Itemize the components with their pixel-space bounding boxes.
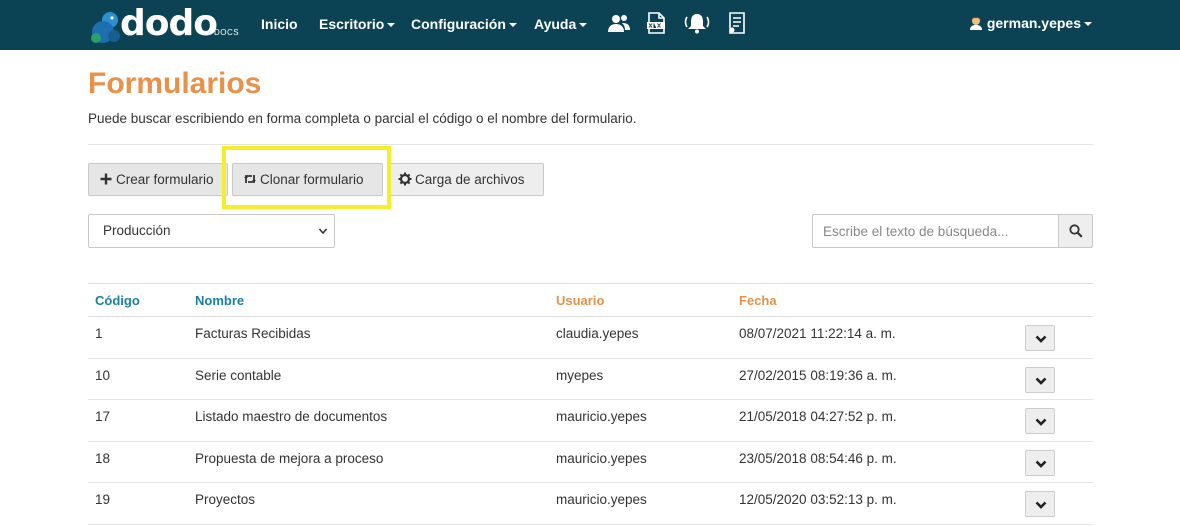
caret-down-icon [579, 23, 588, 28]
table-row[interactable]: 10 Serie contable myepes 27/02/2015 08:19:3… [88, 359, 1093, 400]
highlight-box [222, 146, 391, 209]
dodo-bird-icon [91, 12, 120, 43]
cell-user: claudia.yepes [556, 326, 639, 341]
chevron-down-icon [1035, 418, 1047, 426]
cell-code: 19 [95, 492, 111, 507]
caret-down-icon [387, 23, 396, 28]
caret-down-icon [508, 23, 517, 28]
cell-date: 27/02/2015 08:19:36 a. m. [739, 367, 897, 383]
logo-subtext: DOCS [214, 28, 240, 37]
users-icon[interactable] [607, 11, 631, 35]
user-name: german.yepes [986, 15, 1081, 31]
cell-name: Propuesta de mejora a proceso [195, 450, 384, 466]
cell-user: mauricio.yepes [556, 450, 647, 466]
cell-date: 23/05/2018 08:54:46 p. m. [739, 450, 897, 466]
chevron-down-icon [1035, 377, 1047, 385]
document-list-icon[interactable] [725, 11, 749, 35]
chevron-down-icon [1035, 460, 1047, 468]
nav-item-escritorio[interactable]: Escritorio [319, 15, 396, 33]
forms-table: Código Nombre Usuario Fecha 1 Facturas Re… [88, 283, 1093, 525]
chevron-down-icon [318, 228, 328, 235]
page-description: Puede buscar escribiendo en forma comple… [88, 111, 637, 126]
button-label: Carga de archivos [415, 172, 525, 187]
cell-date: 12/05/2020 03:52:13 p. m. [739, 492, 897, 507]
header-user[interactable]: Usuario [556, 293, 604, 309]
table-header: Código Nombre Usuario Fecha [88, 284, 1093, 317]
cell-name: Proyectos [195, 492, 256, 507]
table-row[interactable]: 19 Proyectos mauricio.yepes 12/05/2020 03:5… [88, 483, 1093, 525]
avatar-icon [969, 16, 982, 30]
top-navbar: dodo DOCS Inicio Escritorio Configuració… [0, 0, 1180, 50]
cell-user: mauricio.yepes [556, 409, 647, 424]
logo-wordmark: dodo [120, 3, 218, 44]
cell-name: Facturas Recibidas [195, 326, 311, 341]
caret-down-icon [1084, 22, 1092, 27]
nav-item-label: Inicio [261, 16, 298, 32]
header-date[interactable]: Fecha [739, 293, 777, 309]
table-row[interactable]: 1 Facturas Recibidas claudia.yepes 08/07/20… [88, 317, 1093, 359]
cell-code: 17 [95, 409, 111, 424]
row-actions-button[interactable] [1025, 408, 1055, 434]
chevron-down-icon [1035, 335, 1047, 343]
table-row[interactable]: 17 Listado maestro de documentos mauricio.… [88, 400, 1093, 442]
xlsx-file-icon[interactable] [644, 11, 668, 35]
header-code[interactable]: Código [95, 293, 140, 309]
header-name[interactable]: Nombre [195, 293, 244, 309]
page-title: Formularios [88, 67, 262, 100]
cell-name: Serie contable [195, 367, 282, 383]
gear-icon [398, 172, 412, 186]
plus-icon [100, 173, 112, 185]
search-icon [1069, 224, 1083, 238]
search-button[interactable] [1058, 214, 1093, 248]
divider [88, 144, 1093, 145]
cell-name: Listado maestro de documentos [195, 409, 388, 424]
search-input[interactable] [812, 214, 1059, 248]
nav-item-label: Escritorio [319, 16, 385, 32]
cell-code: 1 [95, 326, 103, 341]
create-form-button[interactable]: Crear formulario [88, 163, 228, 196]
environment-select[interactable]: Producción [88, 214, 335, 248]
cell-code: 18 [95, 450, 111, 466]
nav-item-ayuda[interactable]: Ayuda [534, 15, 588, 33]
select-value: Producción [103, 223, 171, 238]
dodo-logo[interactable]: dodo DOCS [90, 4, 240, 46]
row-actions-button[interactable] [1025, 491, 1055, 517]
cell-user: myepes [556, 367, 604, 383]
user-menu[interactable]: german.yepes [968, 15, 1092, 31]
button-label: Crear formulario [116, 172, 214, 187]
bell-icon[interactable] [683, 11, 711, 35]
table-body: 1 Facturas Recibidas claudia.yepes 08/07/20… [88, 317, 1093, 525]
table-row[interactable]: 18 Propuesta de mejora a proceso mauricio.… [88, 442, 1093, 483]
nav-item-label: Configuración [411, 16, 506, 32]
nav-item-inicio[interactable]: Inicio [261, 15, 298, 33]
row-actions-button[interactable] [1025, 366, 1055, 393]
cell-date: 21/05/2018 04:27:52 p. m. [739, 409, 897, 424]
nav-item-configuracion[interactable]: Configuración [411, 15, 517, 33]
chevron-down-icon [1035, 501, 1047, 509]
cell-user: mauricio.yepes [556, 492, 647, 507]
nav-item-label: Ayuda [534, 16, 577, 32]
cell-date: 08/07/2021 11:22:14 a. m. [739, 326, 896, 341]
row-actions-button[interactable] [1025, 325, 1055, 351]
row-actions-button[interactable] [1025, 449, 1055, 476]
cell-code: 10 [95, 367, 111, 383]
upload-files-button[interactable]: Carga de archivos [387, 163, 544, 196]
